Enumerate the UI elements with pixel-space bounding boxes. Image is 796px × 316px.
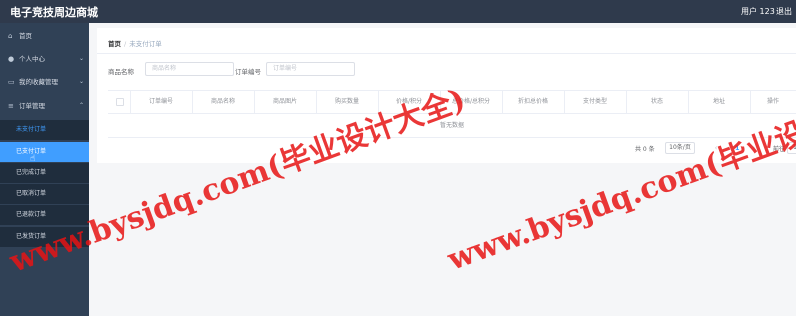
column-header[interactable]: 购买数量 (316, 91, 379, 113)
chevron-up-icon: ⌃ (79, 102, 85, 109)
sidebar: ⌂ 首页 ● 个人中心 ⌄ ▭ 我的收藏管理 ⌄ ≡ 订单管理 ⌃ 未支付订单 … (0, 23, 89, 316)
submenu-item-completed[interactable]: 已完成订单 (0, 163, 89, 183)
column-header[interactable]: 地址 (688, 91, 751, 113)
divider (97, 53, 796, 54)
order-icon: ≡ (8, 102, 14, 110)
column-header[interactable]: 总价格/总积分 (440, 91, 503, 113)
sidebar-item-home[interactable]: ⌂ 首页 (0, 26, 89, 46)
folder-icon: ▭ (8, 78, 15, 86)
sidebar-item-label: 首页 (19, 32, 32, 40)
sidebar-item-orders[interactable]: ≡ 订单管理 ⌃ (0, 96, 89, 116)
goto-label: 前往 (773, 146, 786, 153)
product-name-label: 商品名称 (108, 68, 134, 76)
column-header[interactable]: 订单编号 (130, 91, 193, 113)
goto-page-input[interactable]: 1 (787, 142, 796, 154)
table-header: 订单编号 商品名称 商品图片 购买数量 价格/积分 总价格/总积分 折扣总价格 … (108, 91, 796, 114)
orders-table: 订单编号 商品名称 商品图片 购买数量 价格/积分 总价格/总积分 折扣总价格 … (108, 90, 796, 138)
column-header[interactable]: 状态 (626, 91, 689, 113)
sidebar-item-label: 我的收藏管理 (19, 78, 58, 86)
submenu-item-unpaid[interactable]: 未支付订单 (0, 120, 89, 140)
product-name-input[interactable] (145, 62, 234, 76)
breadcrumb-home[interactable]: 首页 (108, 40, 121, 48)
user-name[interactable]: 用户 123 (741, 6, 775, 17)
order-number-input[interactable] (266, 62, 355, 76)
submenu-item-shipped[interactable]: 已发货订单 (0, 227, 89, 247)
submenu-item-refunded[interactable]: 已退款订单 (0, 205, 89, 225)
next-page-icon[interactable]: › (747, 142, 761, 154)
top-bar: 电子竞技周边商城 用户 123 退出 (0, 0, 796, 23)
submenu-label: 已发货订单 (16, 233, 47, 240)
home-icon: ⌂ (8, 32, 13, 40)
logout-button[interactable]: 退出 (776, 6, 792, 17)
prev-page-icon[interactable]: ‹ (709, 142, 723, 154)
column-header[interactable]: 价格/积分 (378, 91, 441, 113)
select-all-checkbox[interactable] (116, 98, 124, 106)
breadcrumb-current: 未支付订单 (129, 40, 162, 48)
submenu-label: 已完成订单 (16, 169, 47, 176)
content-card: 首页/未支付订单 商品名称 订单编号 订单编号 商品名称 商品图片 购买数量 价… (97, 28, 796, 163)
column-header[interactable]: 折扣总价格 (502, 91, 565, 113)
user-icon: ● (8, 55, 15, 63)
sidebar-item-profile[interactable]: ● 个人中心 ⌄ (0, 49, 89, 69)
column-header[interactable]: 支付类型 (564, 91, 627, 113)
empty-state: 暂无数据 (439, 122, 464, 129)
chevron-down-icon: ⌄ (79, 55, 85, 62)
main-content: 首页/未支付订单 商品名称 订单编号 订单编号 商品名称 商品图片 购买数量 价… (89, 23, 796, 316)
breadcrumb: 首页 / 未支付订单 (108, 38, 162, 48)
column-header[interactable]: 商品图片 (254, 91, 317, 113)
chevron-down-icon: ⌄ (79, 78, 85, 85)
submenu-item-cancelled[interactable]: 已取消订单 (0, 184, 89, 204)
page-size-select[interactable]: 10条/页 (665, 142, 695, 154)
pagination-total: 共 0 条 (635, 146, 655, 153)
submenu-label: 已取消订单 (16, 190, 47, 197)
order-number-label: 订单编号 (235, 68, 261, 76)
current-page[interactable]: 1 (735, 142, 740, 154)
breadcrumb-separator: / (124, 40, 127, 48)
column-header[interactable]: 商品名称 (192, 91, 255, 113)
sidebar-item-label: 个人中心 (19, 55, 45, 63)
submenu-label: 未支付订单 (16, 126, 47, 133)
sidebar-item-favorites[interactable]: ▭ 我的收藏管理 ⌄ (0, 72, 89, 92)
column-header[interactable]: 操作 (750, 91, 796, 113)
submenu-item-paid[interactable]: 已支付订单 ☝ (0, 142, 89, 164)
select-all-cell (108, 91, 131, 113)
sidebar-item-label: 订单管理 (19, 102, 45, 110)
app-title: 电子竞技周边商城 (10, 6, 98, 19)
submenu-label: 已退款订单 (16, 211, 47, 218)
